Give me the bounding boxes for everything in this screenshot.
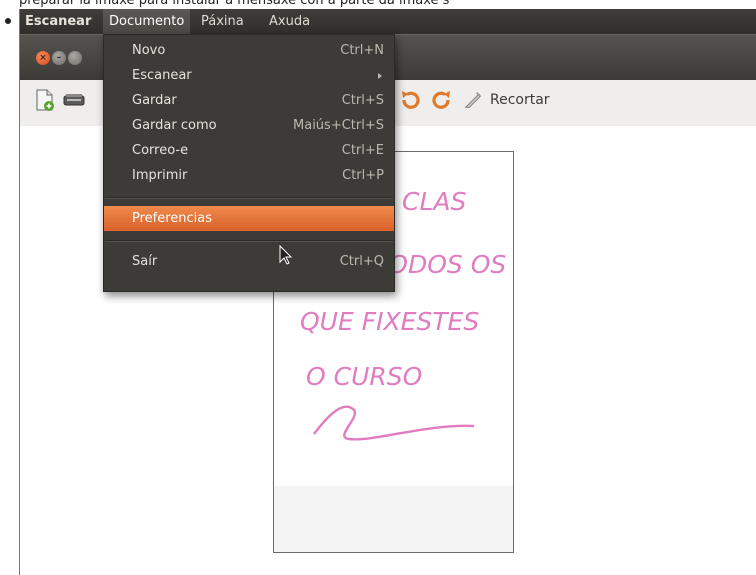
menu-item-correo-e[interactable]: Correo-e Ctrl+E: [104, 138, 394, 163]
menu-item-gardar[interactable]: Gardar Ctrl+S: [104, 88, 394, 113]
submenu-arrow-icon: [378, 73, 382, 79]
new-document-icon[interactable]: [32, 88, 56, 112]
caption-text: preparar la imaxe para instalar a mensax…: [19, 0, 450, 8]
minimize-window-button[interactable]: –: [52, 51, 66, 65]
menu-axuda[interactable]: Axuda: [264, 9, 315, 34]
menu-separator: [105, 240, 393, 242]
menu-documento[interactable]: Documento: [103, 9, 191, 34]
mouse-pointer-icon: [279, 245, 293, 265]
scanner-icon[interactable]: [62, 88, 86, 112]
close-window-button[interactable]: ×: [36, 51, 50, 65]
menu-item-novo[interactable]: Novo Ctrl+N: [104, 38, 394, 63]
menu-item-preferencias[interactable]: Preferencias: [104, 206, 394, 231]
top-menubar: Escanear Documento Páxina Axuda: [20, 9, 756, 34]
handwriting-line-3: QUE FIXESTES: [300, 307, 479, 336]
rotate-left-icon[interactable]: [398, 88, 422, 112]
handwriting-line-1: CLAS: [402, 187, 466, 216]
menu-item-imprimir[interactable]: Imprimir Ctrl+P: [104, 163, 394, 188]
menu-paxina[interactable]: Páxina: [196, 9, 249, 34]
maximize-window-button[interactable]: [68, 51, 82, 65]
crop-button[interactable]: Recortar: [462, 88, 550, 112]
documento-dropdown-menu: Novo Ctrl+N Escanear Gardar Ctrl+S Garda…: [103, 34, 395, 292]
crop-knife-icon: [464, 92, 481, 108]
menu-item-sair[interactable]: Saír Ctrl+Q: [104, 249, 394, 274]
menu-item-escanear[interactable]: Escanear: [104, 63, 394, 88]
crop-label: Recortar: [490, 92, 550, 108]
rotate-right-icon[interactable]: [430, 88, 454, 112]
menu-separator: [105, 197, 393, 199]
bullet-icon: [5, 18, 11, 24]
handwriting-line-4: O CURSO: [306, 362, 422, 391]
signature-squiggle: [313, 405, 475, 441]
menu-app-escanear[interactable]: Escanear: [20, 9, 96, 34]
page-lower-area: [274, 486, 513, 552]
screenshot-frame: Escanear Documento Páxina Axuda × – Reco…: [19, 9, 756, 575]
menu-item-gardar-como[interactable]: Gardar como Maiús+Ctrl+S: [104, 113, 394, 138]
